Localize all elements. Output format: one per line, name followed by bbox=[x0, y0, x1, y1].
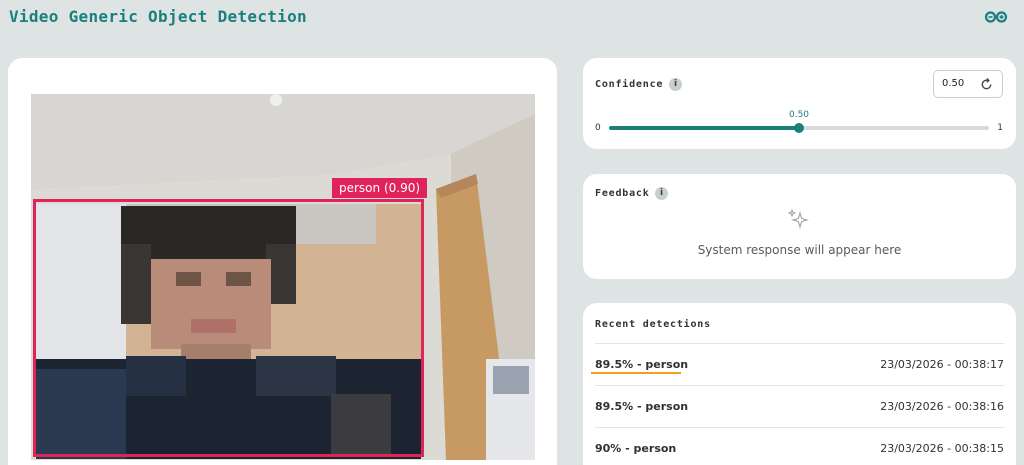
feedback-empty-message: System response will appear here bbox=[697, 243, 902, 257]
app-title: Video Generic Object Detection bbox=[9, 7, 307, 26]
slider-max-label: 1 bbox=[997, 123, 1003, 133]
sparkle-icon bbox=[787, 208, 809, 229]
infinity-logo-icon[interactable] bbox=[984, 10, 1008, 24]
feedback-card: Feedback i System response will appear h… bbox=[583, 174, 1016, 279]
highlight-underline bbox=[591, 372, 681, 374]
slider-thumb[interactable] bbox=[794, 123, 804, 133]
list-item[interactable]: 90% - person 23/03/2026 - 00:38:15 bbox=[595, 427, 1004, 465]
confidence-heading: Confidence bbox=[595, 79, 664, 90]
detection-time: 23/03/2026 - 00:38:16 bbox=[880, 400, 1004, 413]
reset-icon[interactable] bbox=[979, 77, 994, 92]
list-item[interactable]: 89.5% - person 23/03/2026 - 00:38:16 bbox=[595, 385, 1004, 427]
video-card: person (0.90) bbox=[8, 58, 557, 465]
slider-fill bbox=[609, 126, 799, 130]
detection-label: 89.5% - person bbox=[595, 358, 689, 371]
recent-detections-heading: Recent detections bbox=[595, 319, 711, 330]
info-icon[interactable]: i bbox=[655, 187, 668, 200]
detection-time: 23/03/2026 - 00:38:15 bbox=[880, 442, 1004, 455]
detection-label: person (0.90) bbox=[332, 178, 428, 198]
video-feed: person (0.90) bbox=[31, 94, 535, 460]
slider-min-label: 0 bbox=[595, 123, 601, 133]
detection-time: 23/03/2026 - 00:38:17 bbox=[880, 358, 1004, 371]
confidence-slider[interactable]: 0.50 bbox=[609, 110, 989, 133]
feedback-heading: Feedback bbox=[595, 188, 650, 199]
detection-label: 89.5% - person bbox=[595, 400, 689, 413]
detection-box bbox=[33, 199, 424, 457]
confidence-card: Confidence i 0.50 0 0.50 1 bbox=[583, 58, 1016, 149]
detection-label: 90% - person bbox=[595, 442, 677, 455]
slider-value-bubble: 0.50 bbox=[788, 110, 810, 120]
recent-detections-card: Recent detections 89.5% - person 23/03/2… bbox=[583, 303, 1016, 465]
confidence-value[interactable]: 0.50 bbox=[942, 78, 964, 89]
confidence-input[interactable]: 0.50 bbox=[933, 70, 1003, 98]
list-item[interactable]: 89.5% - person 23/03/2026 - 00:38:17 bbox=[591, 343, 1004, 385]
info-icon[interactable]: i bbox=[669, 78, 682, 91]
detections-list: 89.5% - person 23/03/2026 - 00:38:17 89.… bbox=[583, 343, 1016, 465]
